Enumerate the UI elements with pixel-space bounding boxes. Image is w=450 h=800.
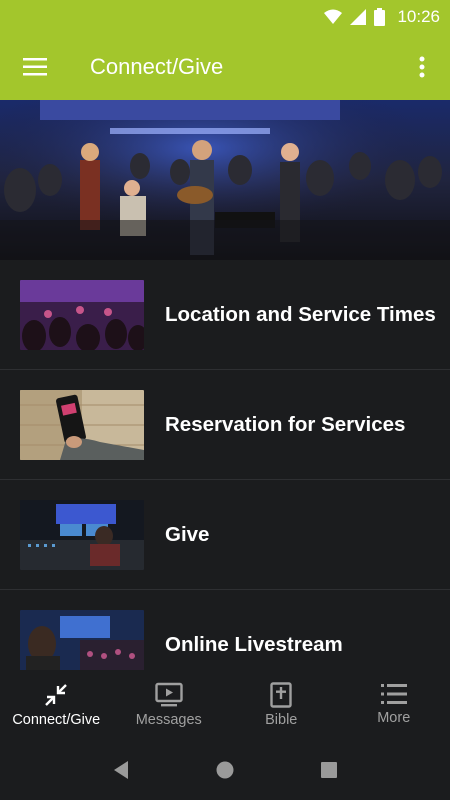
page-title: Connect/Give: [90, 54, 224, 79]
list-item-give[interactable]: Give: [0, 480, 450, 590]
phone-in-hand-thumbnail: [20, 389, 144, 460]
video-play-icon: [155, 682, 183, 707]
back-icon[interactable]: [112, 760, 130, 780]
overflow-menu-button[interactable]: [394, 34, 450, 100]
tab-label: Messages: [135, 712, 202, 728]
status-bar: 10:26: [0, 0, 450, 34]
connect-arrows-icon: [45, 684, 68, 706]
tab-messages[interactable]: Messages: [113, 670, 226, 740]
list-item-label: Give: [165, 522, 210, 546]
bottom-navigation: Connect/Give Messages Bible More: [0, 670, 450, 740]
connect-list: Location and Service Times Reservation f…: [0, 260, 450, 670]
battery-icon: [374, 8, 386, 26]
hero-worship-image: [0, 100, 450, 260]
stage-livestream-thumbnail: [20, 609, 144, 670]
home-icon[interactable]: [215, 760, 235, 780]
list-item-label: Online Livestream: [165, 632, 343, 656]
tab-more[interactable]: More: [338, 670, 450, 740]
hamburger-menu-button[interactable]: [0, 34, 70, 100]
tab-label: Bible: [265, 712, 298, 728]
list-item-location[interactable]: Location and Service Times: [0, 260, 450, 370]
system-navigation-bar: [0, 740, 450, 800]
bible-cross-icon: [270, 682, 292, 708]
hamburger-icon: [23, 58, 47, 76]
list-item-reservation[interactable]: Reservation for Services: [0, 370, 450, 480]
worship-crowd-thumbnail: [20, 279, 144, 350]
app-bar: Connect/Give: [0, 34, 450, 100]
tab-label: More: [377, 710, 411, 726]
signal-icon: [350, 9, 367, 25]
recents-icon[interactable]: [320, 761, 338, 779]
sound-booth-thumbnail: [20, 499, 144, 570]
list-item-livestream[interactable]: Online Livestream: [0, 590, 450, 670]
tab-label: Connect/Give: [12, 712, 101, 728]
tab-bible[interactable]: Bible: [225, 670, 338, 740]
tab-connect-give[interactable]: Connect/Give: [0, 670, 113, 740]
status-time: 10:26: [397, 7, 440, 26]
list-menu-icon: [380, 684, 407, 704]
list-item-label: Location and Service Times: [165, 302, 436, 326]
list-item-label: Reservation for Services: [165, 412, 406, 436]
wifi-icon: [324, 9, 343, 24]
more-vertical-icon: [419, 56, 425, 78]
